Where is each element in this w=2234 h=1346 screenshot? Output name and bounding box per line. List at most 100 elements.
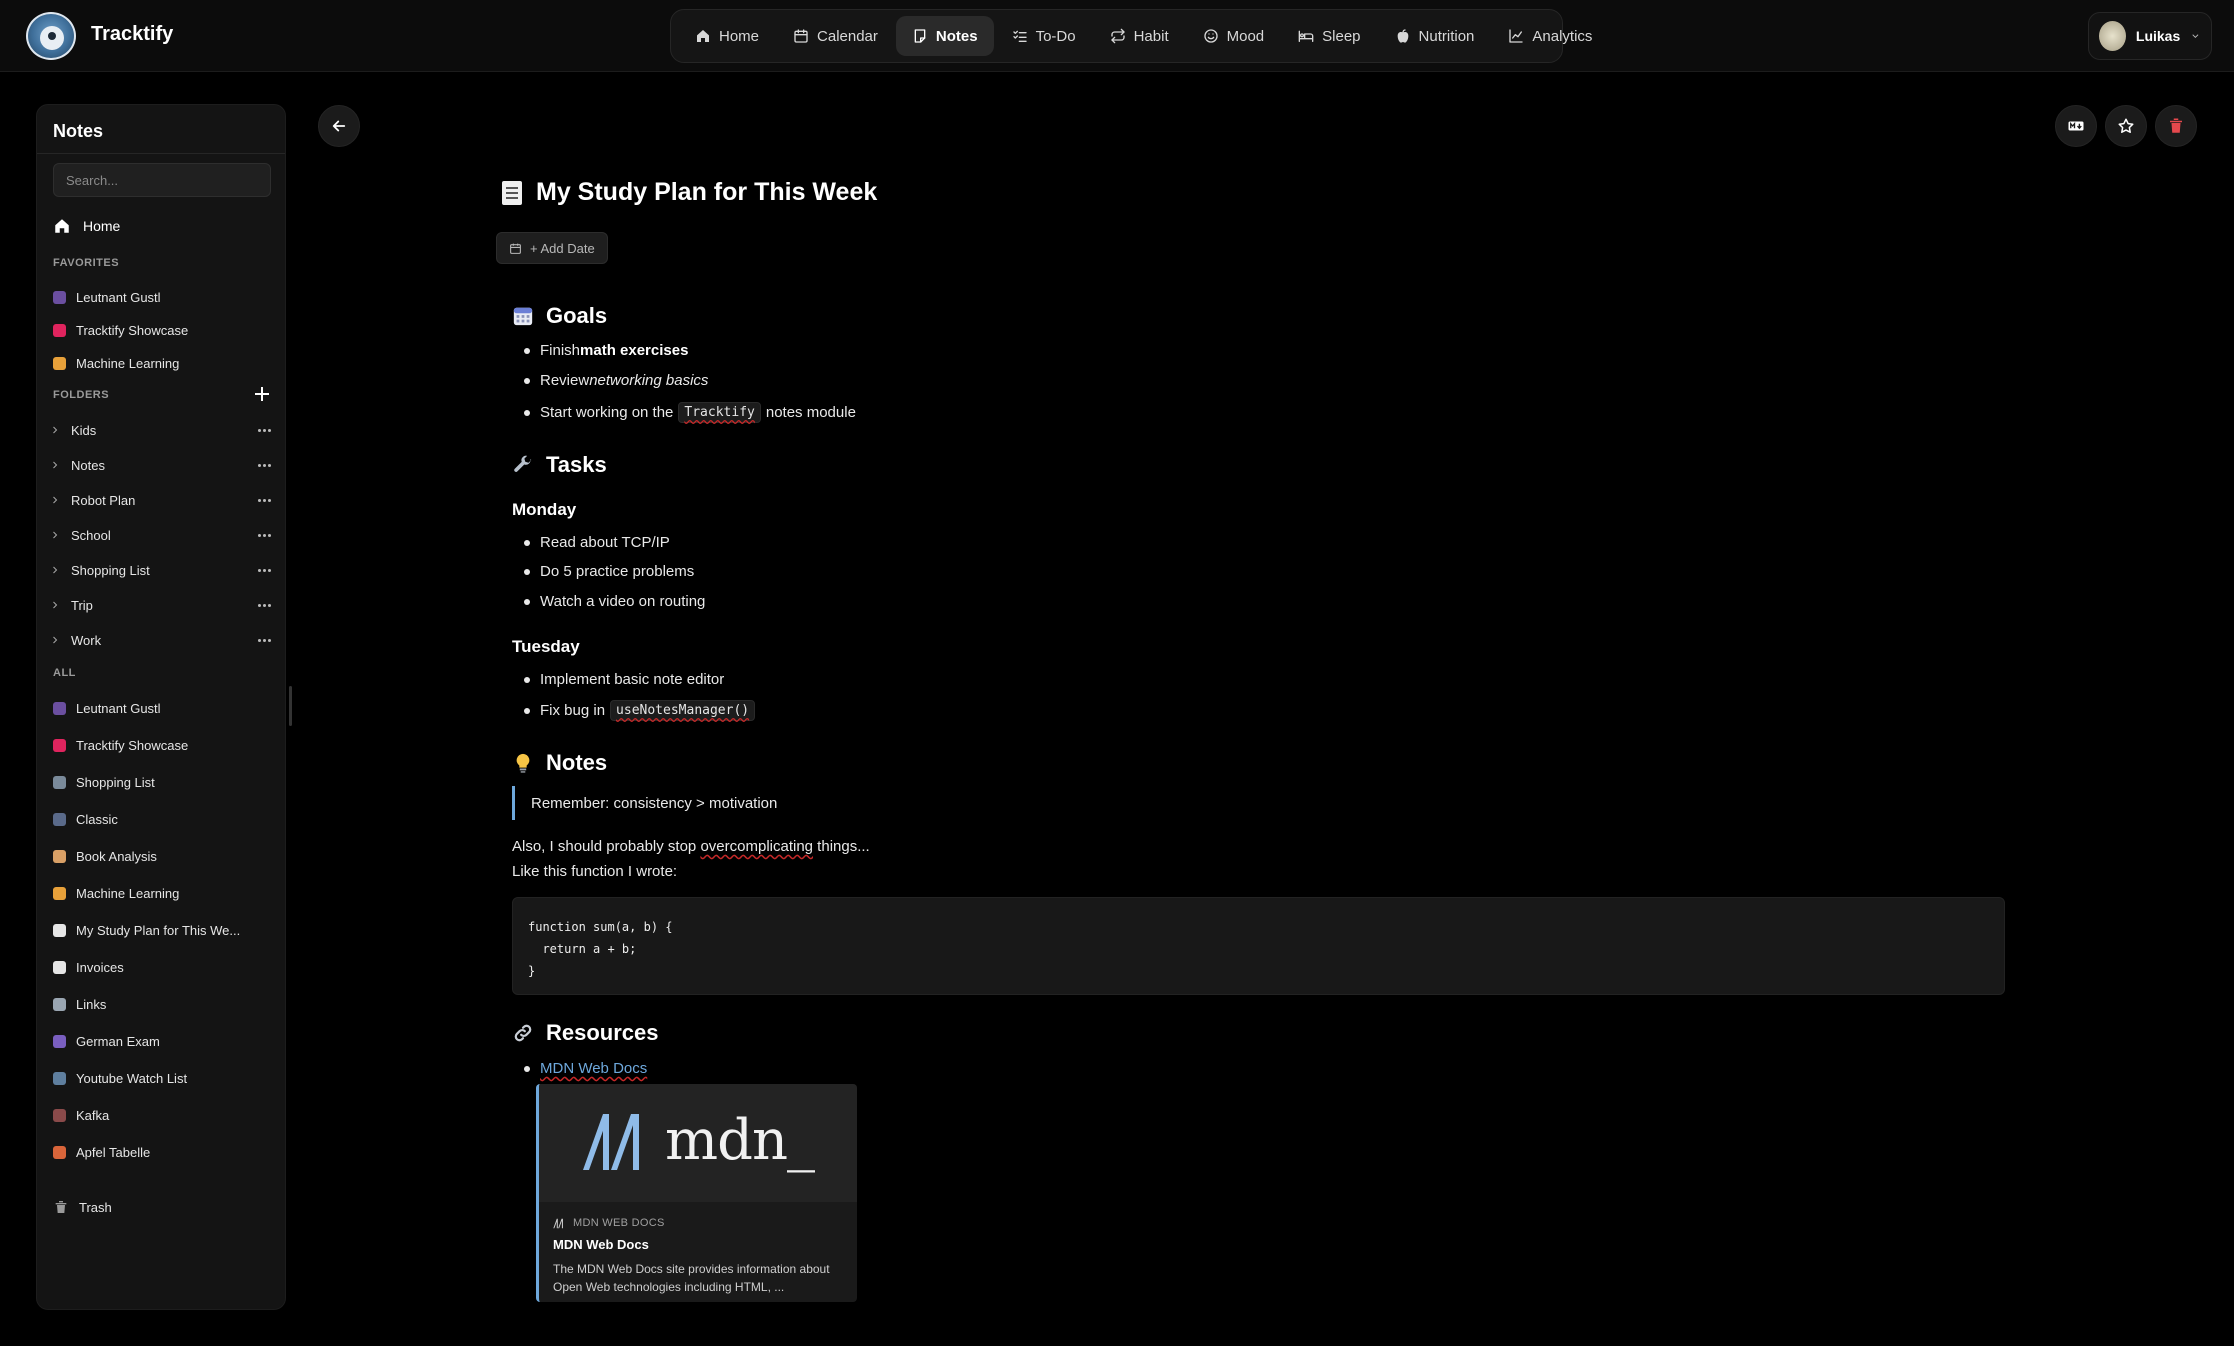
favorite-button[interactable] xyxy=(2105,105,2147,147)
note-emoji-icon xyxy=(53,738,66,752)
home-icon xyxy=(695,28,711,44)
link-icon xyxy=(512,1022,534,1044)
note-list-item[interactable]: Invoices xyxy=(53,955,273,979)
tuesday-heading: Tuesday xyxy=(512,637,580,656)
note-list-label: Shopping List xyxy=(76,774,155,790)
chevron-right-icon xyxy=(49,494,61,506)
folder-item[interactable]: Shopping List xyxy=(49,558,275,582)
nav-home[interactable]: Home xyxy=(679,16,775,56)
chevron-right-icon xyxy=(49,564,61,576)
arrow-left-icon xyxy=(332,120,346,132)
folder-item[interactable]: Robot Plan xyxy=(49,488,275,512)
nav-mood[interactable]: Mood xyxy=(1187,16,1281,56)
folder-item[interactable]: Work xyxy=(49,628,275,652)
nav-calendar-label: Calendar xyxy=(817,27,878,45)
nav-todo[interactable]: To-Do xyxy=(996,16,1092,56)
note-list-item[interactable]: Book Analysis xyxy=(53,844,273,868)
nav-nutrition[interactable]: Nutrition xyxy=(1379,16,1491,56)
app-brand[interactable]: Tracktify xyxy=(91,23,173,46)
monday-heading: Monday xyxy=(512,500,577,519)
favorite-item[interactable]: Leutnant Gustl xyxy=(53,285,273,309)
more-options-icon[interactable] xyxy=(258,463,271,467)
calendar-icon xyxy=(510,243,521,254)
note-emoji-icon xyxy=(53,886,66,900)
calendar-emoji-icon xyxy=(512,305,534,327)
sidebar-item-home[interactable]: Home xyxy=(53,217,120,235)
chevron-right-icon xyxy=(49,529,61,541)
sidebar-item-trash[interactable]: Trash xyxy=(53,1199,112,1215)
nav-habit[interactable]: Habit xyxy=(1094,16,1185,56)
home-icon xyxy=(55,219,69,233)
sidebar-resize-handle[interactable] xyxy=(289,686,292,726)
more-options-icon[interactable] xyxy=(258,428,271,432)
paragraph: Like this function I wrote: xyxy=(512,863,678,880)
note-emoji-icon xyxy=(53,1145,66,1159)
list-item-text: Do 5 practice problems xyxy=(540,563,695,580)
favorites-heading: FAVORITES xyxy=(53,257,120,269)
repeat-icon xyxy=(1110,28,1126,44)
mdn-link[interactable]: MDN Web Docs xyxy=(540,1060,647,1077)
smile-icon xyxy=(1203,28,1219,44)
note-list-item[interactable]: Apfel Tabelle xyxy=(53,1140,273,1164)
delete-button[interactable] xyxy=(2155,105,2197,147)
favorite-item[interactable]: Tracktify Showcase xyxy=(53,318,273,342)
note-list-item[interactable]: My Study Plan for This We... xyxy=(53,918,273,942)
more-options-icon[interactable] xyxy=(258,638,271,642)
note-list-item[interactable]: Kafka xyxy=(53,1103,273,1127)
lightbulb-icon xyxy=(512,752,534,774)
note-list-item[interactable]: Tracktify Showcase xyxy=(53,733,273,757)
nav-analytics[interactable]: Analytics xyxy=(1492,16,1608,56)
note-title[interactable]: My Study Plan for This Week xyxy=(502,178,877,207)
folder-item[interactable]: Trip xyxy=(49,593,275,617)
add-folder-button[interactable] xyxy=(255,387,269,401)
note-list-item[interactable]: Machine Learning xyxy=(53,881,273,905)
more-options-icon[interactable] xyxy=(258,603,271,607)
search-input[interactable] xyxy=(53,163,271,197)
chart-line-icon xyxy=(1508,28,1524,44)
note-list-label: Book Analysis xyxy=(76,848,157,864)
note-list-item[interactable]: German Exam xyxy=(53,1029,273,1053)
list-item-text: notes module xyxy=(765,404,856,421)
list-item-text: Read about TCP/IP xyxy=(540,534,670,551)
tasks-heading-text: Tasks xyxy=(546,452,607,477)
sidebar-divider xyxy=(37,153,285,154)
note-list-item[interactable]: Shopping List xyxy=(53,770,273,794)
link-preview-title: MDN Web Docs xyxy=(553,1237,649,1252)
note-list-label: Leutnant Gustl xyxy=(76,700,161,716)
note-list-item[interactable]: Classic xyxy=(53,807,273,831)
note-list-item[interactable]: Leutnant Gustl xyxy=(53,696,273,720)
note-emoji-icon xyxy=(53,997,66,1011)
list-item: Start working on the Tracktify notes modul… xyxy=(524,402,856,423)
nav-sleep[interactable]: Sleep xyxy=(1282,16,1376,56)
code-block: function sum(a, b) { return a + b; } xyxy=(512,897,2005,995)
list-item: MDN Web Docs xyxy=(524,1060,647,1077)
trash-icon xyxy=(55,1201,67,1213)
folder-item[interactable]: School xyxy=(49,523,275,547)
user-menu[interactable]: Luikas xyxy=(2088,12,2212,60)
nav-calendar[interactable]: Calendar xyxy=(777,16,894,56)
markdown-toggle-button[interactable] xyxy=(2055,105,2097,147)
folder-item[interactable]: Notes xyxy=(49,453,275,477)
app-logo[interactable] xyxy=(26,12,76,60)
link-preview-card[interactable]: mdn_ MDN WEB DOCS MDN Web Docs The MDN W… xyxy=(536,1084,857,1302)
back-button[interactable] xyxy=(318,105,360,147)
note-emoji-icon xyxy=(53,849,66,863)
wrench-icon xyxy=(512,454,534,476)
list-item-text: Fix bug in xyxy=(540,702,606,719)
note-list-item[interactable]: Youtube Watch List xyxy=(53,1066,273,1090)
nav-notes[interactable]: Notes xyxy=(895,16,994,56)
nav-habit-label: Habit xyxy=(1133,27,1169,45)
add-date-button[interactable]: + Add Date xyxy=(496,232,608,264)
folder-item[interactable]: Kids xyxy=(49,418,275,442)
favorite-item[interactable]: Machine Learning xyxy=(53,351,273,375)
note-list-item[interactable]: Links xyxy=(53,992,273,1016)
note-list-label: Tracktify Showcase xyxy=(76,737,189,753)
nav-todo-label: To-Do xyxy=(1035,27,1076,45)
nav-notes-label: Notes xyxy=(935,27,978,45)
note-emoji-icon xyxy=(53,775,66,789)
more-options-icon[interactable] xyxy=(258,498,271,502)
note-icon xyxy=(912,28,928,44)
more-options-icon[interactable] xyxy=(258,533,271,537)
more-options-icon[interactable] xyxy=(258,568,271,572)
user-name: Luikas xyxy=(2135,28,2181,44)
